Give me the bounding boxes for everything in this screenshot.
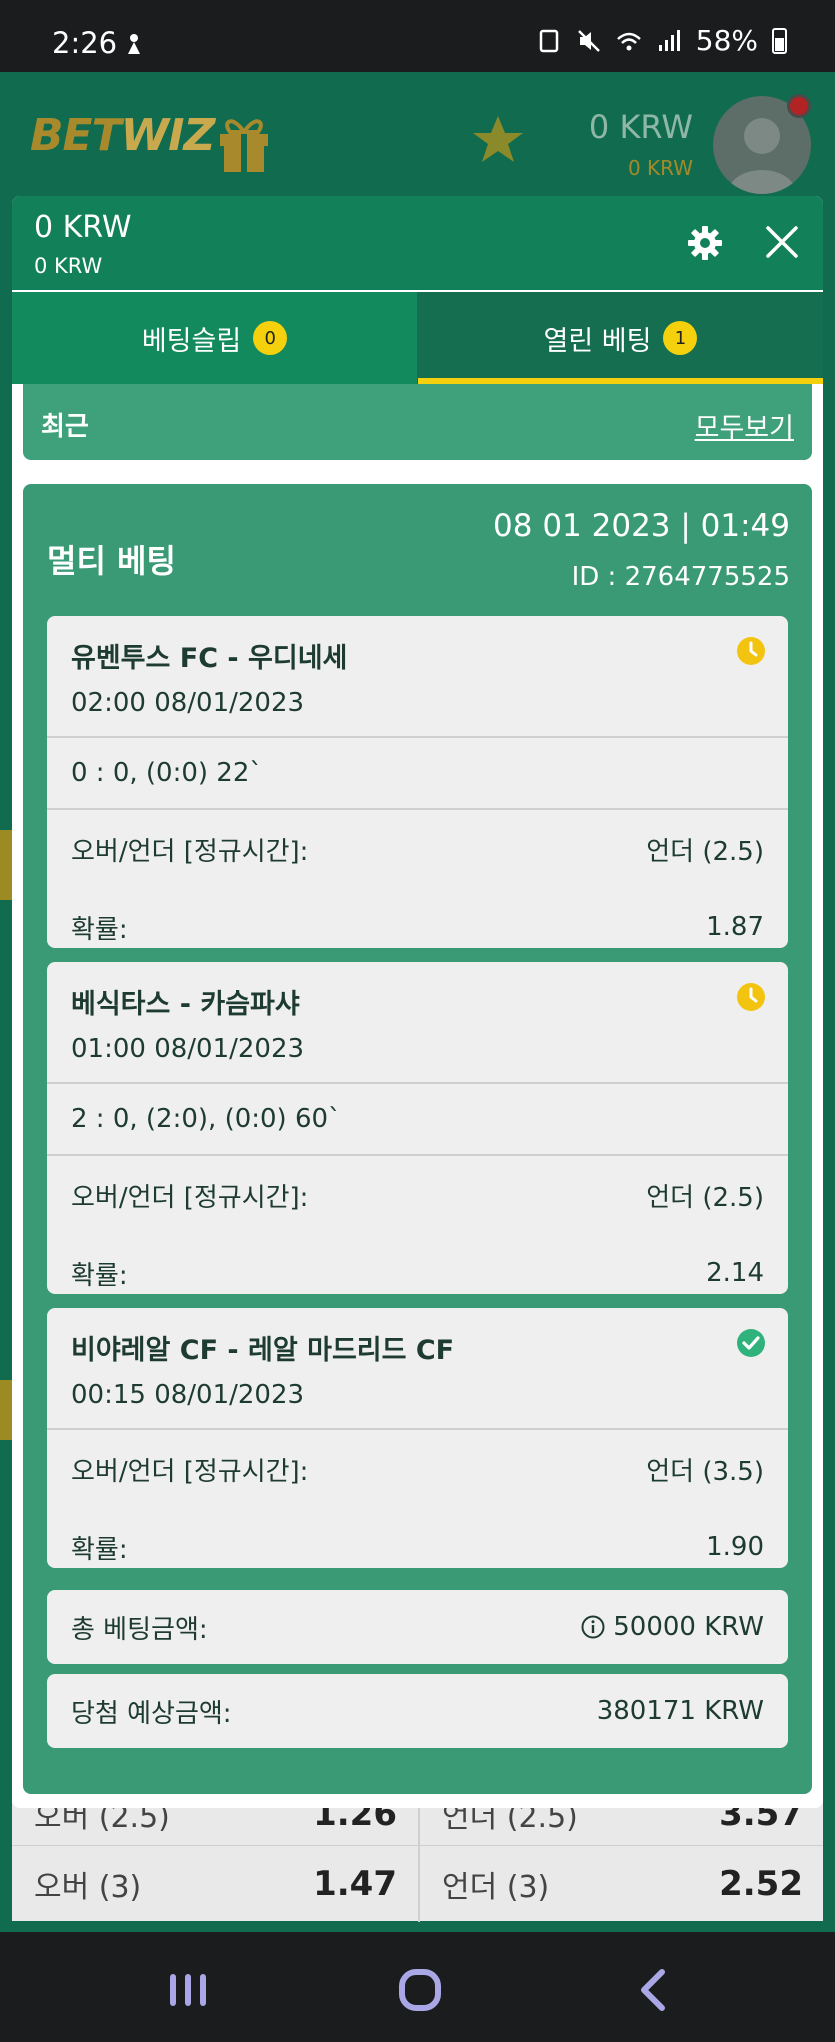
multi-bet-card: 멀티 베팅 08 01 2023 | 01:49 ID : 2764775525…: [23, 484, 812, 1794]
battery-icon: [772, 27, 787, 54]
total-stake-value: 50000 KRW: [613, 1612, 764, 1642]
home-icon[interactable]: [396, 1966, 444, 2014]
gift-icon[interactable]: [216, 112, 272, 174]
bet-datetime: 08 01 2023 | 01:49: [493, 508, 790, 544]
event-name: 비야레알 CF - 레알 마드리드 CF: [71, 1335, 455, 1366]
event-name: 유벤투스 FC - 우디네세: [71, 643, 348, 674]
back-icon[interactable]: [630, 1966, 678, 2014]
bet-type-title: 멀티 베팅: [47, 542, 176, 580]
status-time: 2:26: [52, 26, 118, 60]
header-balance-sub: 0 KRW: [627, 156, 693, 180]
modal-balance-main: 0 KRW: [34, 210, 132, 245]
status-bar: 2:26 58%: [0, 0, 835, 72]
total-stake-row: 총 베팅금액: 50000 KRW: [47, 1590, 788, 1664]
signal-icon: [658, 29, 680, 51]
tab-badge: 1: [663, 321, 698, 355]
odds-value: 1.90: [706, 1532, 764, 1562]
market-row: 오버/언더 [정규시간]: 언더 (2.5): [47, 1156, 788, 1234]
modal-header: 0 KRW 0 KRW: [12, 196, 823, 290]
tab-betslip[interactable]: 베팅슬립 0: [12, 292, 417, 384]
open-bets-content: 최근 모두보기 멀티 베팅 08 01 2023 | 01:49 ID : 27…: [12, 384, 823, 1808]
android-nav-bar: [0, 1932, 835, 2042]
odds-value: 1.47: [313, 1864, 397, 1904]
tab-label: 베팅슬립: [141, 325, 242, 357]
clock-pending-icon: [737, 983, 765, 1011]
mute-icon: [577, 29, 600, 52]
modal-balance-sub: 0 KRW: [34, 254, 103, 278]
event-name: 베식타스 - 카슴파샤: [71, 989, 300, 1020]
clock-pending-icon: [737, 637, 765, 665]
odds-label: 확률:: [71, 914, 128, 945]
event-score: 0 : 0, (0:0) 22`: [47, 738, 788, 810]
status-icons: 58%: [536, 24, 787, 57]
odds-row: 확률: 2.14: [47, 1234, 788, 1294]
odds-row: 확률: 1.87: [47, 888, 788, 948]
odds-value: 1.87: [706, 912, 764, 942]
total-stake-label: 총 베팅금액:: [71, 1614, 208, 1645]
battery-percent: 58%: [695, 24, 758, 57]
event-header: 베식타스 - 카슴파샤 01:00 08/01/2023: [47, 962, 788, 1084]
market-selection: 언더 (2.5): [646, 836, 764, 867]
market-selection: 언더 (2.5): [646, 1182, 764, 1213]
market-label: 오버/언더 [정규시간]:: [71, 1456, 309, 1487]
market-selection: 언더 (3.5): [646, 1456, 764, 1487]
event-header: 유벤투스 FC - 우디네세 02:00 08/01/2023: [47, 616, 788, 738]
bet-id: ID : 2764775525: [571, 562, 790, 592]
recent-apps-icon[interactable]: [164, 1966, 212, 2014]
odds-label: 확률:: [71, 1534, 128, 1565]
odds-cell[interactable]: 언더 (3) 2.52: [418, 1846, 823, 1922]
odds-label: 오버 (3): [34, 1870, 142, 1905]
settings-gear-icon[interactable]: [686, 224, 724, 262]
betslip-modal: 0 KRW 0 KRW 베팅슬립 0 열린 베팅 1 최근 모두보기 멀티 베팅…: [12, 196, 823, 1808]
event-time: 01:00 08/01/2023: [71, 1034, 305, 1064]
tab-open-bets[interactable]: 열린 베팅 1: [418, 292, 823, 384]
potential-win-label: 당첨 예상금액:: [71, 1698, 232, 1729]
tab-badge: 0: [253, 321, 288, 355]
event-score: 2 : 0, (2:0), (0:0) 60`: [47, 1084, 788, 1156]
close-icon[interactable]: [764, 224, 800, 260]
odds-row: 확률: 1.90: [47, 1508, 788, 1568]
header-balance-main: 0 KRW: [588, 108, 693, 146]
market-label: 오버/언더 [정규시간]:: [71, 1182, 309, 1213]
odds-cell[interactable]: 오버 (3) 1.47: [12, 1846, 417, 1922]
recent-bar: 최근 모두보기: [23, 384, 812, 460]
wifi-icon: [616, 32, 641, 50]
background-odds-row[interactable]: 오버 (3) 1.47 언더 (3) 2.52: [12, 1845, 823, 1922]
notification-dot: [787, 94, 811, 118]
potential-win-row: 당첨 예상금액: 380171 KRW: [47, 1674, 788, 1748]
check-won-icon: [737, 1329, 765, 1357]
odds-label: 언더 (3): [442, 1870, 550, 1905]
odds-value: 2.52: [719, 1864, 803, 1904]
odds-label: 확률:: [71, 1260, 128, 1291]
market-label: 오버/언더 [정규시간]:: [71, 836, 309, 867]
event-time: 02:00 08/01/2023: [71, 688, 305, 718]
bet-event-card: 비야레알 CF - 레알 마드리드 CF 00:15 08/01/2023 오버…: [47, 1308, 788, 1568]
view-all-link[interactable]: 모두보기: [695, 406, 794, 445]
event-header: 비야레알 CF - 레알 마드리드 CF 00:15 08/01/2023: [47, 1308, 788, 1430]
notification-icon: [128, 34, 140, 54]
modal-tabs: 베팅슬립 0 열린 베팅 1: [12, 292, 823, 384]
market-row: 오버/언더 [정규시간]: 언더 (3.5): [47, 1430, 788, 1508]
bet-event-card: 베식타스 - 카슴파샤 01:00 08/01/2023 2 : 0, (2:0…: [47, 962, 788, 1294]
odds-value: 2.14: [706, 1258, 764, 1288]
clipboard-icon: [539, 29, 559, 52]
header-balance: 0 KRW 0 KRW: [589, 108, 693, 180]
favorites-star-icon[interactable]: [470, 112, 526, 168]
tab-label: 열린 베팅: [543, 325, 652, 357]
info-icon[interactable]: [581, 1615, 605, 1639]
betwiz-logo[interactable]: BETWIZ: [30, 110, 215, 161]
recent-title: 최근: [41, 412, 89, 442]
potential-win-value: 380171 KRW: [596, 1696, 764, 1726]
bet-event-card: 유벤투스 FC - 우디네세 02:00 08/01/2023 0 : 0, (…: [47, 616, 788, 948]
market-row: 오버/언더 [정규시간]: 언더 (2.5): [47, 810, 788, 888]
event-time: 00:15 08/01/2023: [71, 1380, 305, 1410]
